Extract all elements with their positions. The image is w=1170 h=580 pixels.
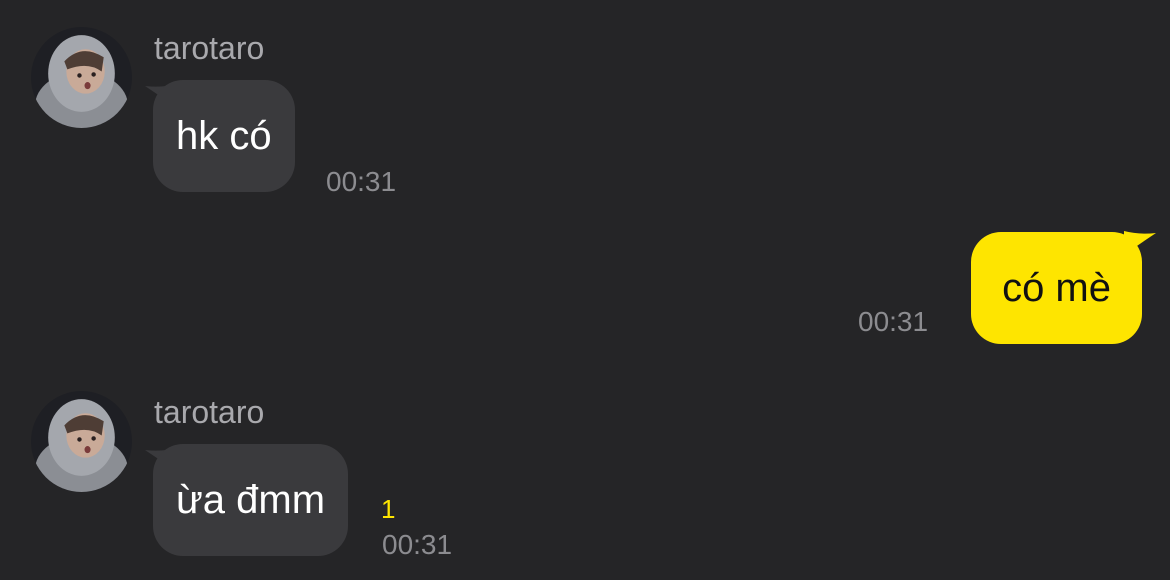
message-bubble[interactable]: có mè [971,232,1142,344]
message-time: 00:31 [326,166,397,197]
unread-count-badge: 1 [381,494,396,524]
message-time: 00:31 [382,529,453,560]
message-bubble[interactable]: ừa đmm [153,444,349,556]
avatar[interactable] [31,391,132,492]
avatar-photo-icon [31,391,132,492]
avatar[interactable] [31,27,132,128]
avatar-photo-icon [31,27,132,128]
sender-name: tarotaro [154,394,265,430]
chat-conversation: tarotaro hk có 00:31 có mè 00:31 tarotar… [0,0,1170,580]
sender-name: tarotaro [154,30,265,66]
message-time: 00:31 [858,306,929,337]
message-bubble[interactable]: hk có [153,80,295,192]
